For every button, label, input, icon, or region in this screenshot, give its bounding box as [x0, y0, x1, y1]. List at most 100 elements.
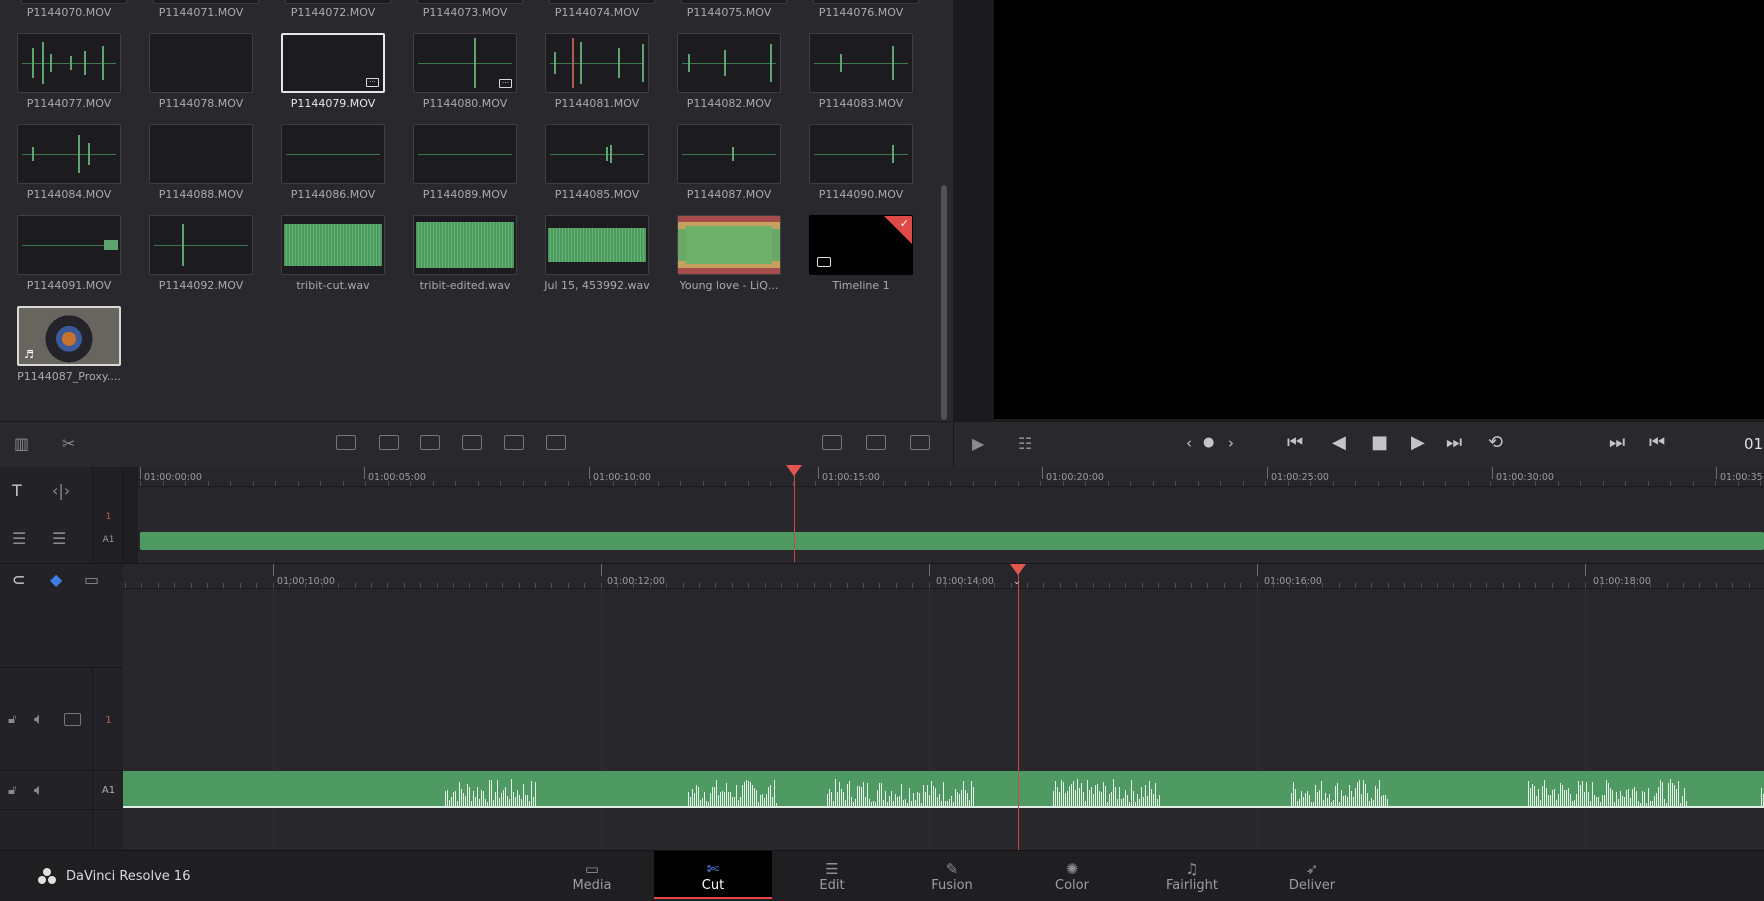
snapping-icon[interactable]: ⊂	[12, 572, 25, 588]
upper-timeline-area[interactable]	[138, 487, 1764, 563]
tab-color[interactable]: ✺ Color	[1013, 851, 1131, 899]
clip-thumbnail[interactable]	[149, 33, 253, 93]
media-clip[interactable]: P1144085.MOV	[528, 124, 658, 214]
play-reverse-icon[interactable]: ◀	[1332, 433, 1346, 453]
media-clip-selected[interactable]: ··· P1144079.MOV	[264, 33, 394, 123]
tab-deliver[interactable]: ➶ Deliver	[1253, 851, 1371, 899]
upper-timeline-clip[interactable]	[140, 532, 1764, 550]
media-clip[interactable]: ♬ P1144087_Proxy....	[0, 306, 130, 396]
settings-sliders-icon[interactable]: ☷	[1018, 436, 1032, 452]
image-view-icon[interactable]	[866, 435, 886, 450]
stop-icon[interactable]: ■	[1371, 433, 1388, 453]
zoom-full-icon[interactable]: ☰	[12, 531, 26, 547]
clip-thumbnail[interactable]	[149, 215, 253, 275]
loop-icon[interactable]: ⟲	[1488, 433, 1503, 453]
append-icon[interactable]	[379, 435, 399, 450]
clip-thumbnail[interactable]	[281, 124, 385, 184]
media-clip[interactable]: P1144086.MOV	[264, 124, 394, 214]
media-clip[interactable]: P1144083.MOV	[792, 33, 922, 123]
clip-thumbnail[interactable]	[413, 215, 517, 275]
clip-thumbnail[interactable]	[545, 124, 649, 184]
speaker-icon[interactable]: 🔈︎	[34, 782, 44, 798]
media-clip[interactable]: P1144091.MOV	[0, 215, 130, 305]
go-to-end-icon[interactable]: ⏭	[1446, 433, 1462, 453]
clip-marker-icon[interactable]: ▭	[84, 572, 99, 588]
clip-label[interactable]: P1144072.MOV	[268, 0, 398, 19]
tab-cut[interactable]: ✄ Cut	[654, 851, 772, 899]
media-clip[interactable]: P1144087.MOV	[660, 124, 790, 214]
clip-thumbnail[interactable]	[281, 215, 385, 275]
clip-thumbnail[interactable]	[17, 33, 121, 93]
play-clip-icon[interactable]: ▶	[972, 436, 984, 452]
clip-thumbnail[interactable]	[149, 124, 253, 184]
ripple-overwrite-icon[interactable]	[420, 435, 440, 450]
clip-thumbnail[interactable]	[413, 124, 517, 184]
clip-thumbnail[interactable]	[677, 33, 781, 93]
media-clip[interactable]: P1144092.MOV	[132, 215, 262, 305]
clip-label[interactable]: P1144075.MOV	[664, 0, 794, 19]
video-monitor-icon[interactable]	[64, 713, 81, 726]
clip-thumbnail[interactable]	[545, 33, 649, 93]
lock-icon[interactable]: 🔓︎	[8, 783, 16, 799]
clip-thumbnail[interactable]	[17, 215, 121, 275]
lower-timeline-ruler[interactable]: 01:00:10:00 01:00:12:00 01:00:14:00 01:0…	[123, 563, 1764, 589]
waveform-view-icon[interactable]	[910, 435, 930, 450]
media-clip[interactable]: P1144082.MOV	[660, 33, 790, 123]
tab-fairlight[interactable]: ♫ Fairlight	[1133, 851, 1251, 899]
trim-tool-icon[interactable]: T	[12, 483, 22, 499]
upper-timeline-ruler[interactable]: 01:00:00:00 01:00:05:00 01:00:10:00 01:0…	[138, 467, 1764, 487]
clip-thumbnail[interactable]	[17, 124, 121, 184]
clip-label[interactable]: P1144074.MOV	[532, 0, 662, 19]
media-clip[interactable]: P1144088.MOV	[132, 124, 262, 214]
clip-label[interactable]: P1144071.MOV	[136, 0, 266, 19]
audio-clip[interactable]: tribit-cut.wav	[264, 215, 394, 305]
clip-thumbnail[interactable]	[677, 215, 781, 275]
audio-clip-timeline[interactable]	[123, 771, 1764, 808]
flag-marker-icon[interactable]: ◆	[50, 572, 62, 588]
jog-left-icon[interactable]: ‹	[1186, 433, 1192, 453]
media-pool-scrollbar[interactable]	[941, 185, 947, 420]
clip-thumbnail[interactable]	[545, 215, 649, 275]
scissors-icon[interactable]: ✂	[62, 436, 75, 452]
audio-clip[interactable]: Jul 15, 453992.wav	[528, 215, 658, 305]
lower-playhead[interactable]	[1018, 565, 1019, 850]
zoom-detail-icon[interactable]: ☰	[52, 531, 66, 547]
media-clip[interactable]: P1144077.MOV	[0, 33, 130, 123]
tab-edit[interactable]: ☰ Edit	[773, 851, 891, 899]
source-overwrite-icon[interactable]	[546, 435, 566, 450]
previous-edit-icon[interactable]: ⏮	[1649, 433, 1665, 453]
clip-thumbnail[interactable]	[809, 33, 913, 93]
timeline-item[interactable]: ✓ Timeline 1	[792, 215, 922, 305]
place-on-top-icon[interactable]	[504, 435, 524, 450]
clip-thumbnail[interactable]: ♬	[17, 306, 121, 366]
speaker-icon[interactable]: 🔈︎	[34, 711, 44, 727]
lock-icon[interactable]: 🔓︎	[8, 712, 16, 728]
clip-thumbnail[interactable]: ···	[413, 33, 517, 93]
jog-right-icon[interactable]: ›	[1228, 433, 1234, 453]
clip-thumbnail[interactable]	[677, 124, 781, 184]
play-icon[interactable]: ▶	[1411, 433, 1425, 453]
next-edit-icon[interactable]: ⏭	[1609, 433, 1625, 453]
media-clip[interactable]: P1144090.MOV	[792, 124, 922, 214]
clip-label[interactable]: P1144070.MOV	[4, 0, 134, 19]
upper-playhead-handle[interactable]	[786, 465, 802, 476]
clip-thumbnail[interactable]	[809, 124, 913, 184]
go-to-start-icon[interactable]: ⏮	[1287, 433, 1303, 453]
clip-thumbnail[interactable]: ···	[281, 33, 385, 93]
upper-playhead[interactable]	[794, 467, 795, 562]
media-clip[interactable]: P1144089.MOV	[396, 124, 526, 214]
tab-media[interactable]: ▭ Media	[533, 851, 651, 899]
audio-clip[interactable]: Young love - LiQ...	[660, 215, 790, 305]
media-clip[interactable]: ··· P1144080.MOV	[396, 33, 526, 123]
media-clip[interactable]: P1144078.MOV	[132, 33, 262, 123]
smart-bin-icon[interactable]: ▥	[14, 436, 29, 452]
close-up-icon[interactable]	[462, 435, 482, 450]
audio-clip[interactable]: tribit-edited.wav	[396, 215, 526, 305]
split-view-icon[interactable]: ‹|›	[52, 483, 70, 499]
clip-label[interactable]: P1144076.MOV	[796, 0, 926, 19]
viewer[interactable]	[994, 0, 1764, 419]
jog-center-icon[interactable]: ●	[1203, 433, 1214, 453]
clip-label[interactable]: P1144073.MOV	[400, 0, 530, 19]
lower-timeline-area[interactable]	[123, 589, 1764, 850]
media-clip[interactable]: P1144084.MOV	[0, 124, 130, 214]
